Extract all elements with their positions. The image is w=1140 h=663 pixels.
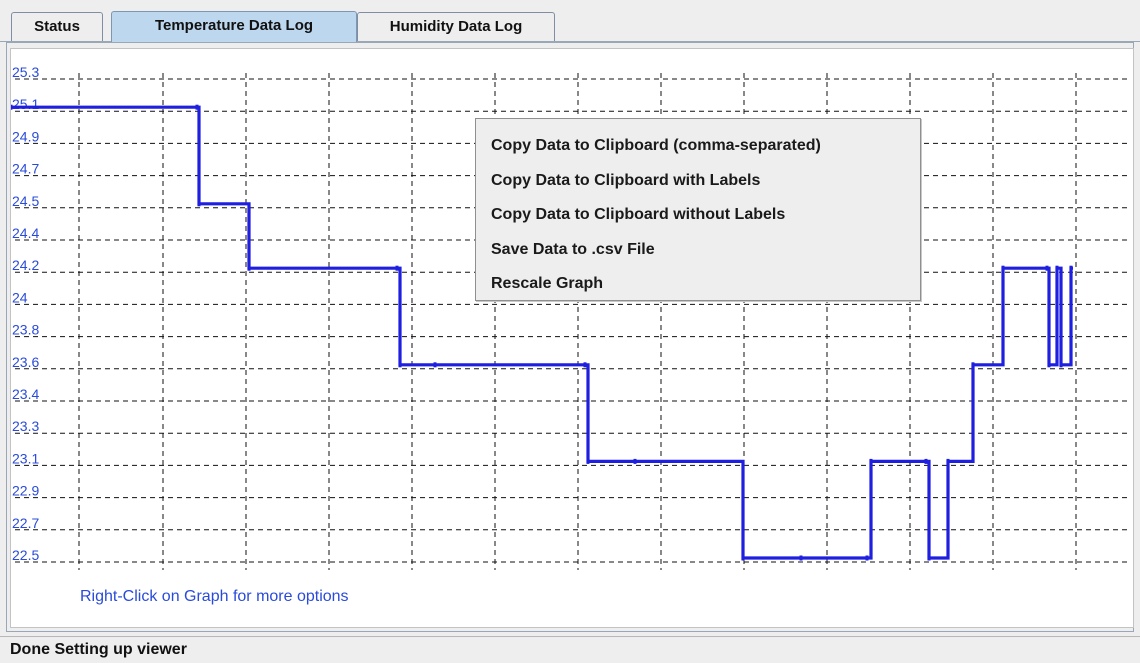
y-tick-label: 23.8 xyxy=(12,322,39,338)
y-tick-label: 23.6 xyxy=(12,354,39,370)
tab-bar: Status Temperature Data Log Humidity Dat… xyxy=(0,0,1140,42)
y-tick-label: 24.2 xyxy=(12,257,39,273)
data-point xyxy=(433,362,437,368)
data-point xyxy=(1001,265,1005,271)
data-point xyxy=(395,265,399,271)
data-point xyxy=(1047,362,1051,368)
y-tick-label: 24 xyxy=(12,289,28,305)
data-point xyxy=(583,362,587,368)
data-point xyxy=(195,104,199,110)
y-tick-label: 23.4 xyxy=(12,386,39,402)
y-tick-label: 22.5 xyxy=(12,547,39,563)
data-point xyxy=(927,555,931,561)
menu-item-copy-with-labels[interactable]: Copy Data to Clipboard with Labels xyxy=(476,164,920,199)
y-tick-label: 23.1 xyxy=(12,450,39,466)
y-tick-label: 22.9 xyxy=(12,483,39,499)
tab-temperature-data-log[interactable]: Temperature Data Log xyxy=(111,11,357,42)
data-point xyxy=(1069,265,1073,271)
tab-status[interactable]: Status xyxy=(11,12,103,41)
status-bar: Done Setting up viewer xyxy=(0,636,1140,663)
y-tick-label: 24.9 xyxy=(12,128,39,144)
data-point xyxy=(11,104,13,110)
data-point xyxy=(869,458,873,464)
y-tick-label: 25.1 xyxy=(12,96,39,112)
menu-item-copy-without-labels[interactable]: Copy Data to Clipboard without Labels xyxy=(476,198,920,233)
data-point xyxy=(946,458,950,464)
data-point xyxy=(924,458,928,464)
y-tick-label: 24.5 xyxy=(12,193,39,209)
data-point xyxy=(741,555,745,561)
data-point xyxy=(398,362,402,368)
data-point xyxy=(799,555,803,561)
status-text: Done Setting up viewer xyxy=(10,641,187,658)
y-tick-label: 23.3 xyxy=(12,418,39,434)
data-point xyxy=(971,362,975,368)
data-point xyxy=(247,265,251,271)
data-point xyxy=(586,458,590,464)
data-point xyxy=(1055,265,1059,271)
data-point xyxy=(197,201,201,207)
y-tick-label: 24.4 xyxy=(12,225,39,241)
data-point xyxy=(633,458,637,464)
menu-item-rescale-graph[interactable]: Rescale Graph xyxy=(476,267,920,302)
data-point xyxy=(1059,362,1063,368)
y-tick-label: 25.3 xyxy=(12,64,39,80)
tab-humidity-data-log[interactable]: Humidity Data Log xyxy=(357,12,555,41)
menu-item-copy-comma-separated[interactable]: Copy Data to Clipboard (comma-separated) xyxy=(476,129,920,164)
menu-item-save-csv[interactable]: Save Data to .csv File xyxy=(476,233,920,268)
data-point xyxy=(865,555,869,561)
graph-context-menu: Copy Data to Clipboard (comma-separated)… xyxy=(475,118,921,301)
data-point xyxy=(1045,265,1049,271)
y-tick-label: 24.7 xyxy=(12,161,39,177)
y-tick-label: 22.7 xyxy=(12,515,39,531)
graph-hint-text: Right-Click on Graph for more options xyxy=(80,588,349,605)
